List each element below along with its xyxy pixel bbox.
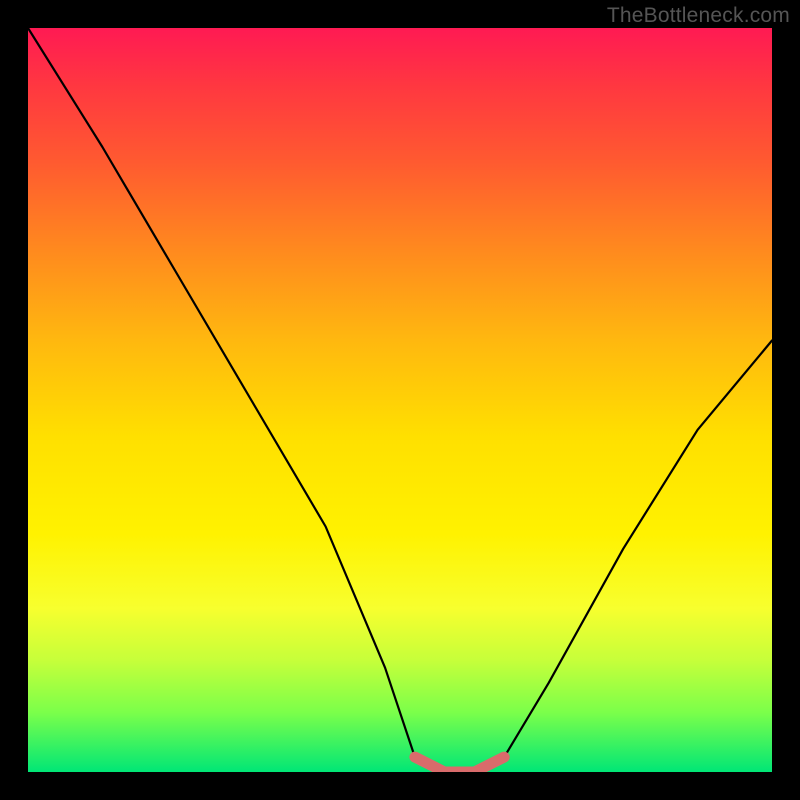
- curve-svg: [28, 28, 772, 772]
- bottleneck-curve: [28, 28, 772, 772]
- plot-area: [28, 28, 772, 772]
- watermark-text: TheBottleneck.com: [607, 4, 790, 28]
- chart-frame: TheBottleneck.com: [0, 0, 800, 800]
- valley-marker-curve: [415, 757, 504, 772]
